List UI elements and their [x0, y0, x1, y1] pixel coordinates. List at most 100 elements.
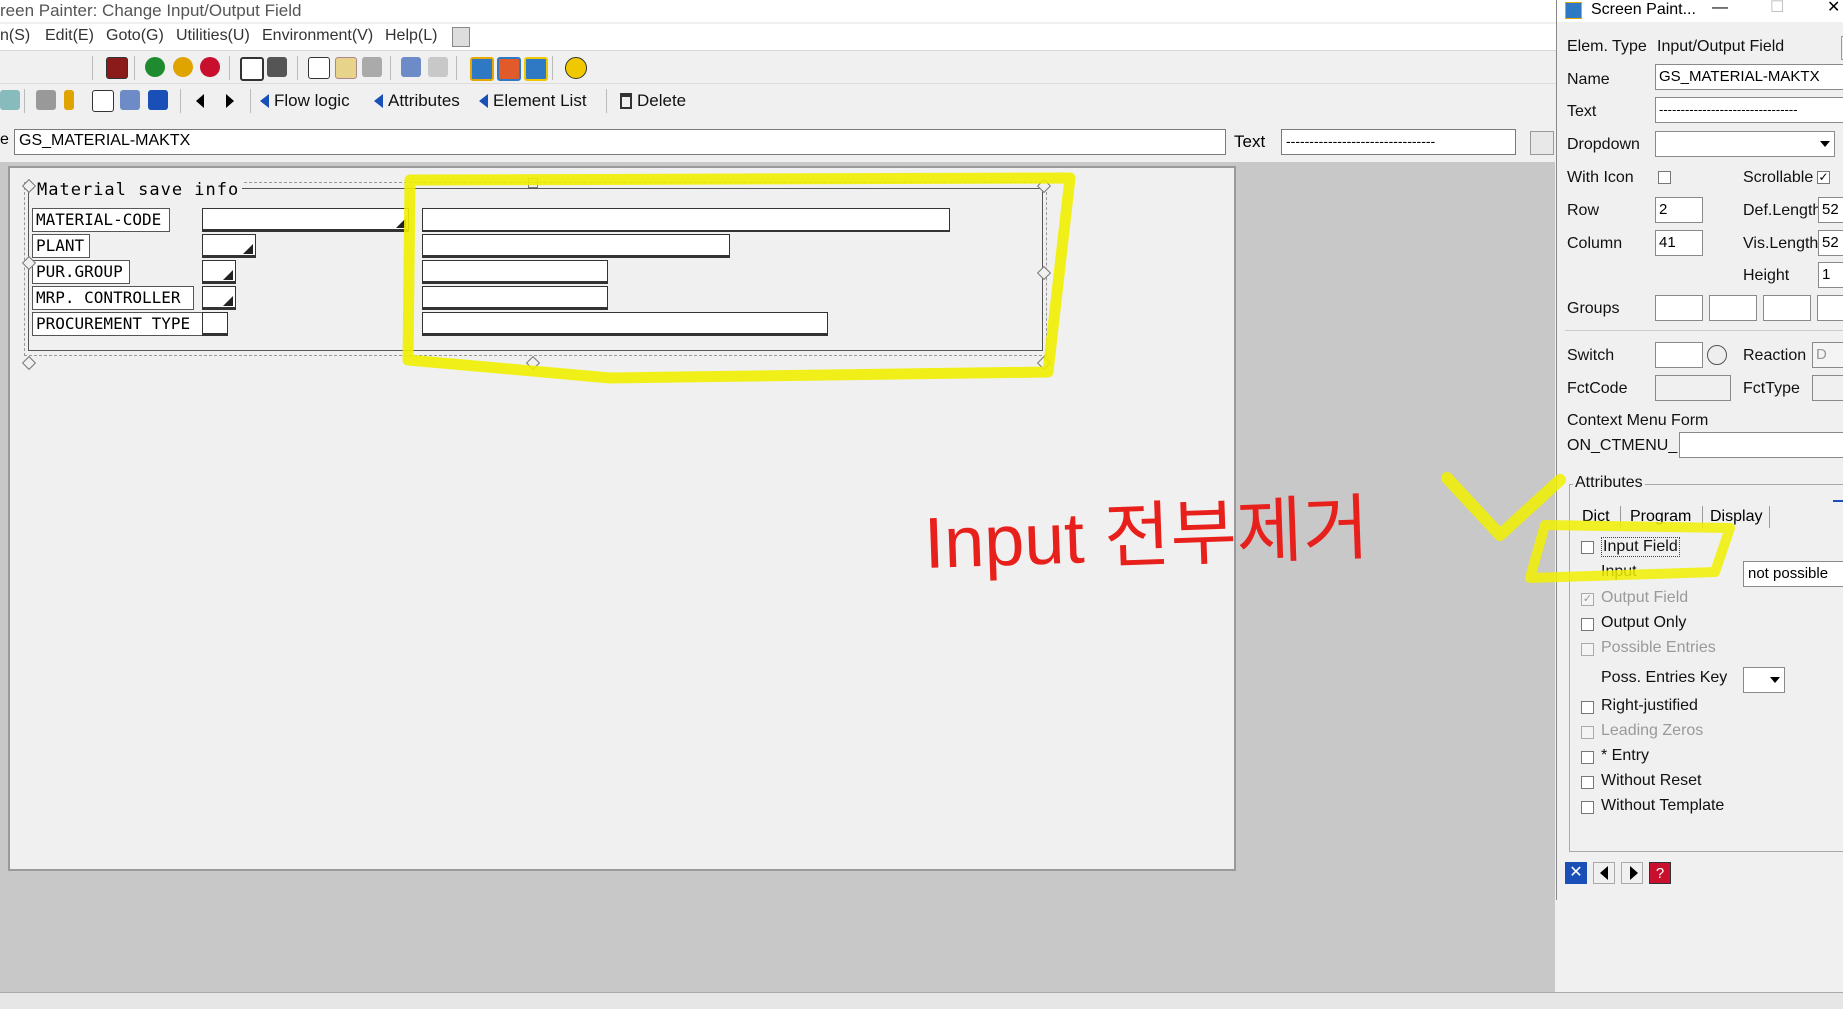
- delete-button[interactable]: Delete: [620, 90, 686, 112]
- cancel-icon[interactable]: [200, 57, 220, 77]
- print-icon[interactable]: [240, 57, 264, 81]
- label-mrp-controller[interactable]: MRP. CONTROLLER: [32, 286, 194, 310]
- hierarchy-icon[interactable]: [120, 90, 140, 110]
- output-only-checkbox[interactable]: [1581, 618, 1594, 631]
- menu-environment[interactable]: Environment(V): [262, 27, 373, 45]
- maximize-icon[interactable]: ☐: [1770, 0, 1784, 18]
- input-plant[interactable]: [202, 234, 256, 258]
- table-icon[interactable]: [92, 90, 114, 112]
- field-plant-text[interactable]: [422, 234, 730, 258]
- layout-editor-icon[interactable]: [36, 90, 56, 110]
- input-select[interactable]: not possible: [1743, 561, 1843, 587]
- label-plant[interactable]: PLANT: [32, 234, 90, 258]
- screen-canvas[interactable]: Material save info MATERIAL-CODE PLANT P…: [8, 166, 1236, 871]
- save-icon[interactable]: [106, 57, 128, 79]
- help-icon[interactable]: [565, 57, 587, 79]
- redo-icon[interactable]: [428, 57, 448, 77]
- name-field[interactable]: GS_MATERIAL-MAKTX: [1655, 64, 1843, 90]
- resize-handle[interactable]: [1036, 355, 1052, 371]
- menu-screen[interactable]: n(S): [0, 27, 30, 45]
- height-field[interactable]: 1: [1818, 262, 1843, 288]
- fcttype-field[interactable]: [1812, 375, 1843, 401]
- field-mrp-controller-text[interactable]: [422, 286, 608, 310]
- def-length-field[interactable]: 52: [1818, 197, 1843, 223]
- group-4-field[interactable]: [1817, 295, 1843, 321]
- switch-settings-icon[interactable]: [1707, 345, 1727, 365]
- element-list-button[interactable]: Element List: [479, 90, 587, 112]
- exit-icon[interactable]: [173, 57, 193, 77]
- cut-icon[interactable]: [308, 57, 330, 79]
- window-icon[interactable]: [497, 57, 521, 81]
- element-name-field[interactable]: GS_MATERIAL-MAKTX: [14, 129, 1226, 155]
- paste-icon[interactable]: [362, 57, 382, 77]
- undo-icon[interactable]: [401, 57, 421, 77]
- input-procurement-type[interactable]: [202, 312, 228, 336]
- right-justified-checkbox[interactable]: [1581, 701, 1594, 714]
- text-field[interactable]: --------------------------------: [1655, 97, 1843, 123]
- resize-handle[interactable]: [21, 355, 37, 371]
- menu-extra-icon[interactable]: [452, 27, 470, 47]
- output-field-checkbox[interactable]: ✓: [1581, 593, 1594, 606]
- attributes-button[interactable]: Attributes: [374, 90, 460, 112]
- row-field[interactable]: 2: [1655, 197, 1703, 223]
- element-text-field[interactable]: --------------------------------: [1281, 129, 1516, 155]
- input-material-code[interactable]: [202, 208, 409, 232]
- back-icon[interactable]: [145, 57, 165, 77]
- input-pur-group[interactable]: [202, 260, 236, 284]
- attributes-menu-icon[interactable]: [1833, 500, 1843, 512]
- scrollable-checkbox[interactable]: ✓: [1817, 171, 1830, 184]
- next-element-button[interactable]: [1621, 862, 1643, 884]
- group-1-field[interactable]: [1655, 295, 1703, 321]
- reaction-field[interactable]: D: [1812, 342, 1843, 368]
- minimize-icon[interactable]: —: [1712, 0, 1728, 18]
- resize-handle[interactable]: [525, 355, 541, 371]
- label-procurement-type[interactable]: PROCUREMENT TYPE: [32, 312, 208, 336]
- entry-checkbox[interactable]: [1581, 751, 1594, 764]
- leading-zeros-checkbox[interactable]: [1581, 726, 1594, 739]
- menu-help[interactable]: Help(L): [385, 27, 437, 45]
- without-reset-checkbox[interactable]: [1581, 776, 1594, 789]
- tab-display[interactable]: Display: [1710, 504, 1762, 530]
- fctcode-field[interactable]: [1655, 375, 1731, 401]
- flow-logic-button[interactable]: Flow logic: [260, 90, 350, 112]
- menu-goto[interactable]: Goto(G): [106, 27, 164, 45]
- column-field[interactable]: 41: [1655, 230, 1703, 256]
- copy-icon[interactable]: [335, 57, 357, 79]
- pin-icon[interactable]: [64, 90, 74, 110]
- vis-length-field[interactable]: 52: [1818, 230, 1843, 256]
- without-template-checkbox[interactable]: [1581, 801, 1594, 814]
- previous-button[interactable]: [196, 90, 204, 112]
- poss-entries-key-select[interactable]: [1743, 667, 1785, 693]
- menu-utilities[interactable]: Utilities(U): [176, 27, 250, 45]
- element-icon[interactable]: [0, 90, 20, 110]
- next-button[interactable]: [226, 90, 234, 112]
- prev-element-button[interactable]: [1593, 862, 1615, 884]
- dropdown-select[interactable]: [1655, 131, 1835, 157]
- group-3-field[interactable]: [1763, 295, 1811, 321]
- close-x-icon[interactable]: ✕: [1565, 862, 1587, 884]
- group-box-title: Material save info: [34, 180, 243, 200]
- frame-icon[interactable]: [524, 57, 548, 81]
- close-icon[interactable]: ✕: [1827, 0, 1840, 18]
- switch-field[interactable]: [1655, 342, 1703, 368]
- label-pur-group[interactable]: PUR.GROUP: [32, 260, 130, 284]
- field-material-text[interactable]: [422, 208, 950, 232]
- with-icon-checkbox[interactable]: [1658, 171, 1671, 184]
- possible-entries-checkbox[interactable]: [1581, 643, 1594, 656]
- info-icon[interactable]: [148, 90, 168, 110]
- field-procurement-type-text[interactable]: [422, 312, 828, 336]
- input-field-checkbox[interactable]: [1581, 541, 1594, 554]
- text-options-icon[interactable]: [1530, 131, 1554, 155]
- find-icon[interactable]: [267, 57, 287, 77]
- input-mrp-controller[interactable]: [202, 286, 236, 310]
- menu-edit[interactable]: Edit(E): [45, 27, 94, 45]
- group-2-field[interactable]: [1709, 295, 1757, 321]
- field-pur-group-text[interactable]: [422, 260, 608, 284]
- resize-handle[interactable]: [528, 178, 538, 188]
- tab-program[interactable]: Program: [1630, 504, 1691, 530]
- context-menu-field[interactable]: [1679, 432, 1843, 458]
- tab-dict[interactable]: Dict: [1582, 504, 1610, 530]
- label-material-code[interactable]: MATERIAL-CODE: [32, 208, 170, 232]
- layout-icon[interactable]: [470, 57, 494, 81]
- help-icon[interactable]: ?: [1649, 862, 1671, 884]
